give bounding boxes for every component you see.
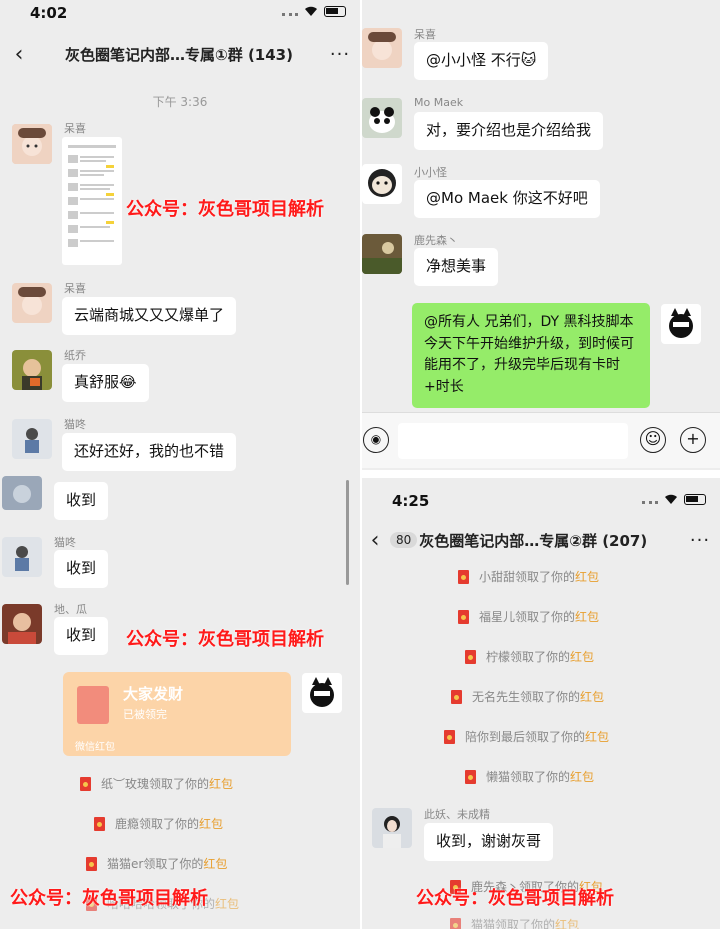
chat-header: ‹ 80 灰色圈笔记内部…专属②群 (207) ···: [362, 520, 720, 560]
red-packet-icon: [80, 776, 91, 791]
sender-name: 小小怪: [414, 166, 447, 179]
red-packet-icon: [77, 686, 109, 724]
sender-name: 猫咚: [54, 536, 76, 549]
avatar[interactable]: [12, 350, 52, 390]
red-packet-notice: 猫猫 领取了你的 红包: [450, 916, 579, 929]
status-time: 4:25: [392, 492, 430, 510]
red-packet-icon: [451, 689, 462, 704]
wifi-icon: [664, 494, 678, 505]
sender-name: Mo Maek: [414, 96, 464, 109]
red-packet-icon: [450, 917, 461, 929]
watermark: 公众号：灰色哥项目解析: [126, 629, 324, 650]
avatar[interactable]: [2, 604, 42, 644]
red-packet-icon: [86, 856, 97, 871]
battery-icon: [684, 494, 706, 505]
red-packet-icon: [444, 729, 455, 744]
red-packet-footer: 微信红包: [75, 742, 115, 753]
red-packet-icon: [465, 649, 476, 664]
message-timestamp: 下午 3:36: [152, 95, 208, 109]
avatar[interactable]: [2, 476, 42, 510]
red-packet-notice: 鹿瘾 领取了你的 红包: [94, 815, 223, 832]
sender-name: 纸乔: [64, 349, 86, 362]
avatar[interactable]: [12, 419, 52, 459]
chat-title: 灰色圈笔记内部…专属②群 (207): [419, 531, 648, 550]
back-icon[interactable]: ‹: [362, 528, 388, 553]
message-bubble[interactable]: @Mo Maek 你这不好吧: [414, 180, 600, 218]
sender-name: 呆喜: [414, 28, 436, 41]
message-bubble[interactable]: 收到: [54, 482, 109, 520]
signal-icon: [282, 12, 298, 17]
image-message[interactable]: [62, 137, 122, 265]
red-packet-notice: 纸︶玫瑰 领取了你的 红包: [80, 775, 233, 792]
own-avatar[interactable]: [302, 673, 342, 713]
avatar[interactable]: [362, 234, 402, 274]
sender-name: 猫咚: [64, 418, 86, 431]
avatar[interactable]: [2, 537, 42, 577]
avatar[interactable]: [12, 283, 52, 323]
chat-header: ‹ 灰色圈笔记内部…专属①群 (143) ···: [0, 34, 360, 74]
more-icon[interactable]: ···: [680, 530, 720, 551]
emoji-icon[interactable]: ☺: [640, 427, 666, 453]
red-packet-notice: 懒猫 领取了你的 红包: [465, 768, 594, 785]
status-icons: [282, 6, 346, 17]
own-message-bubble[interactable]: @所有人 兄弟们，DY 黑科技脚本今天下午开始维护升级，到时候可能用不了，升级完…: [412, 303, 650, 408]
message-bubble[interactable]: 收到，谢谢灰哥: [424, 823, 554, 861]
red-packet-notice: 福星儿 领取了你的 红包: [458, 608, 599, 625]
avatar[interactable]: [362, 98, 402, 138]
watermark: 公众号：灰色哥项目解析: [10, 888, 208, 909]
chat-title: 灰色圈笔记内部…专属①群 (143): [65, 45, 293, 64]
red-packet-icon: [458, 569, 469, 584]
avatar[interactable]: [362, 164, 402, 204]
watermark: 公众号：灰色哥项目解析: [126, 199, 324, 220]
message-bubble[interactable]: @小小怪 不行🐱: [414, 42, 549, 80]
message-bubble[interactable]: 收到: [54, 617, 109, 655]
own-avatar[interactable]: [661, 304, 701, 344]
avatar[interactable]: [372, 808, 412, 848]
back-icon[interactable]: ‹: [0, 42, 38, 67]
chat-panel-group-1: 4:02 ‹ 灰色圈笔记内部…专属①群 (143) ··· 下午 3:36 呆喜…: [0, 0, 360, 929]
status-bar: 4:02: [0, 0, 360, 26]
status-time: 4:02: [30, 4, 68, 22]
chat-panel-group-1-continued: 呆喜 @小小怪 不行🐱 Mo Maek 对，要介绍也是介绍给我 小小怪 @Mo …: [362, 0, 720, 470]
message-bubble[interactable]: 云端商城又又又爆单了: [62, 297, 237, 335]
message-bubble[interactable]: 真舒服😂: [62, 364, 149, 402]
red-packet-icon: [465, 769, 476, 784]
message-bubble[interactable]: 收到: [54, 550, 109, 588]
voice-icon[interactable]: ◉: [363, 427, 389, 453]
add-icon[interactable]: +: [680, 427, 706, 453]
red-packet-title: 大家发财: [123, 685, 184, 703]
sender-name: 地、瓜: [54, 603, 87, 616]
avatar[interactable]: [362, 28, 402, 68]
status-bar: 4:25: [362, 488, 720, 514]
input-bar: ◉ ☺ +: [362, 412, 720, 468]
red-packet-icon: [94, 816, 105, 831]
sender-name: 此妖、未成精: [424, 808, 490, 821]
chat-panel-group-2: 4:25 ‹ 80 灰色圈笔记内部…专属②群 (207) ··· 小甜甜 领取了你…: [362, 478, 720, 929]
red-packet-notice: 小甜甜 领取了你的 红包: [458, 568, 599, 585]
red-packet-icon: [458, 609, 469, 624]
battery-icon: [324, 6, 346, 17]
message-bubble[interactable]: 还好还好，我的也不错: [62, 433, 237, 471]
unread-badge: 80: [390, 532, 418, 548]
watermark: 公众号：灰色哥项目解析: [416, 888, 614, 909]
red-packet-card[interactable]: 大家发财 已被领完 微信红包: [63, 672, 291, 756]
red-packet-status: 已被领完: [123, 708, 167, 721]
scrollbar[interactable]: [346, 480, 349, 585]
red-packet-notice: 陪你到最后 领取了你的 红包: [444, 728, 609, 745]
message-input[interactable]: [398, 423, 628, 459]
more-icon[interactable]: ···: [320, 44, 360, 65]
message-bubble[interactable]: 净想美事: [414, 248, 499, 286]
signal-icon: [642, 500, 658, 505]
sender-name: 呆喜: [64, 282, 86, 295]
red-packet-notice: 猫猫er 领取了你的 红包: [86, 855, 227, 872]
sender-name: 鹿先森丶: [414, 234, 458, 247]
red-packet-notice: 无名先生 领取了你的 红包: [451, 688, 604, 705]
sender-name: 呆喜: [64, 122, 86, 135]
red-packet-notice: 柠檬 领取了你的 红包: [465, 648, 594, 665]
wifi-icon: [304, 6, 318, 17]
message-bubble[interactable]: 对，要介绍也是介绍给我: [414, 112, 604, 150]
status-icons: [642, 494, 706, 505]
screenshot-thumbnail-icon: [68, 145, 116, 247]
avatar[interactable]: [12, 124, 52, 164]
